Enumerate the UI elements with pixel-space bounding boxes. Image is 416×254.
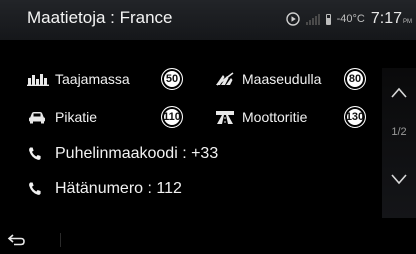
clock: 7:17 (370, 10, 402, 27)
bottom-bar (0, 226, 416, 254)
speed-limit-rural: Maaseudulla (214, 66, 321, 92)
countryside-icon (216, 72, 234, 86)
phone-icon (29, 182, 41, 195)
speed-limit-sign: 110 (161, 106, 183, 128)
speed-limit-expressway: Pikatie (27, 104, 97, 130)
speed-limit-sign: 50 (161, 68, 183, 90)
page-title: Maatietoja : France (27, 8, 173, 27)
emergency-number-text: Hätänumero : 112 (55, 180, 182, 197)
back-arrow-icon[interactable] (6, 230, 28, 250)
page-indicator: 1/2 (391, 126, 407, 138)
speed-limit-label: Moottoritie (242, 109, 308, 125)
divider (60, 233, 61, 247)
country-info-screen: Maatietoja : France -40°C 7:17 PM Taajam… (0, 0, 416, 254)
battery-icon (325, 13, 331, 25)
speed-limit-sign: 80 (344, 68, 366, 90)
speed-limit-label: Taajamassa (55, 71, 130, 87)
speed-limit-urban: Taajamassa (27, 66, 130, 92)
signal-strength-icon (305, 13, 320, 25)
header-bar: Maatietoja : France -40°C 7:17 PM (0, 0, 416, 40)
country-info-content: Taajamassa 50 Maaseudulla 80 Pikatie 110… (0, 40, 378, 220)
status-bar: -40°C 7:17 PM (285, 9, 412, 29)
speed-limit-label: Maaseudulla (242, 71, 322, 87)
phone-code-row: Puhelinmaakoodi : +33 (27, 142, 218, 166)
chevron-up-icon[interactable] (390, 86, 408, 100)
city-buildings-icon (27, 74, 49, 86)
speed-limit-motorway: Moottoritie (214, 104, 307, 130)
speed-limit-label: Pikatie (55, 109, 98, 125)
motorway-icon (216, 111, 234, 124)
page-scroll-column: 1/2 (382, 68, 416, 218)
phone-code-text: Puhelinmaakoodi : +33 (55, 145, 219, 162)
speed-limit-sign: 130 (344, 106, 366, 128)
chevron-down-icon[interactable] (390, 172, 408, 186)
media-playing-icon (285, 12, 300, 26)
emergency-number-row: Hätänumero : 112 (27, 177, 182, 201)
car-icon (29, 112, 45, 124)
phone-icon (29, 147, 41, 160)
temperature-readout: -40°C (336, 13, 365, 25)
clock-suffix: PM (403, 19, 412, 25)
